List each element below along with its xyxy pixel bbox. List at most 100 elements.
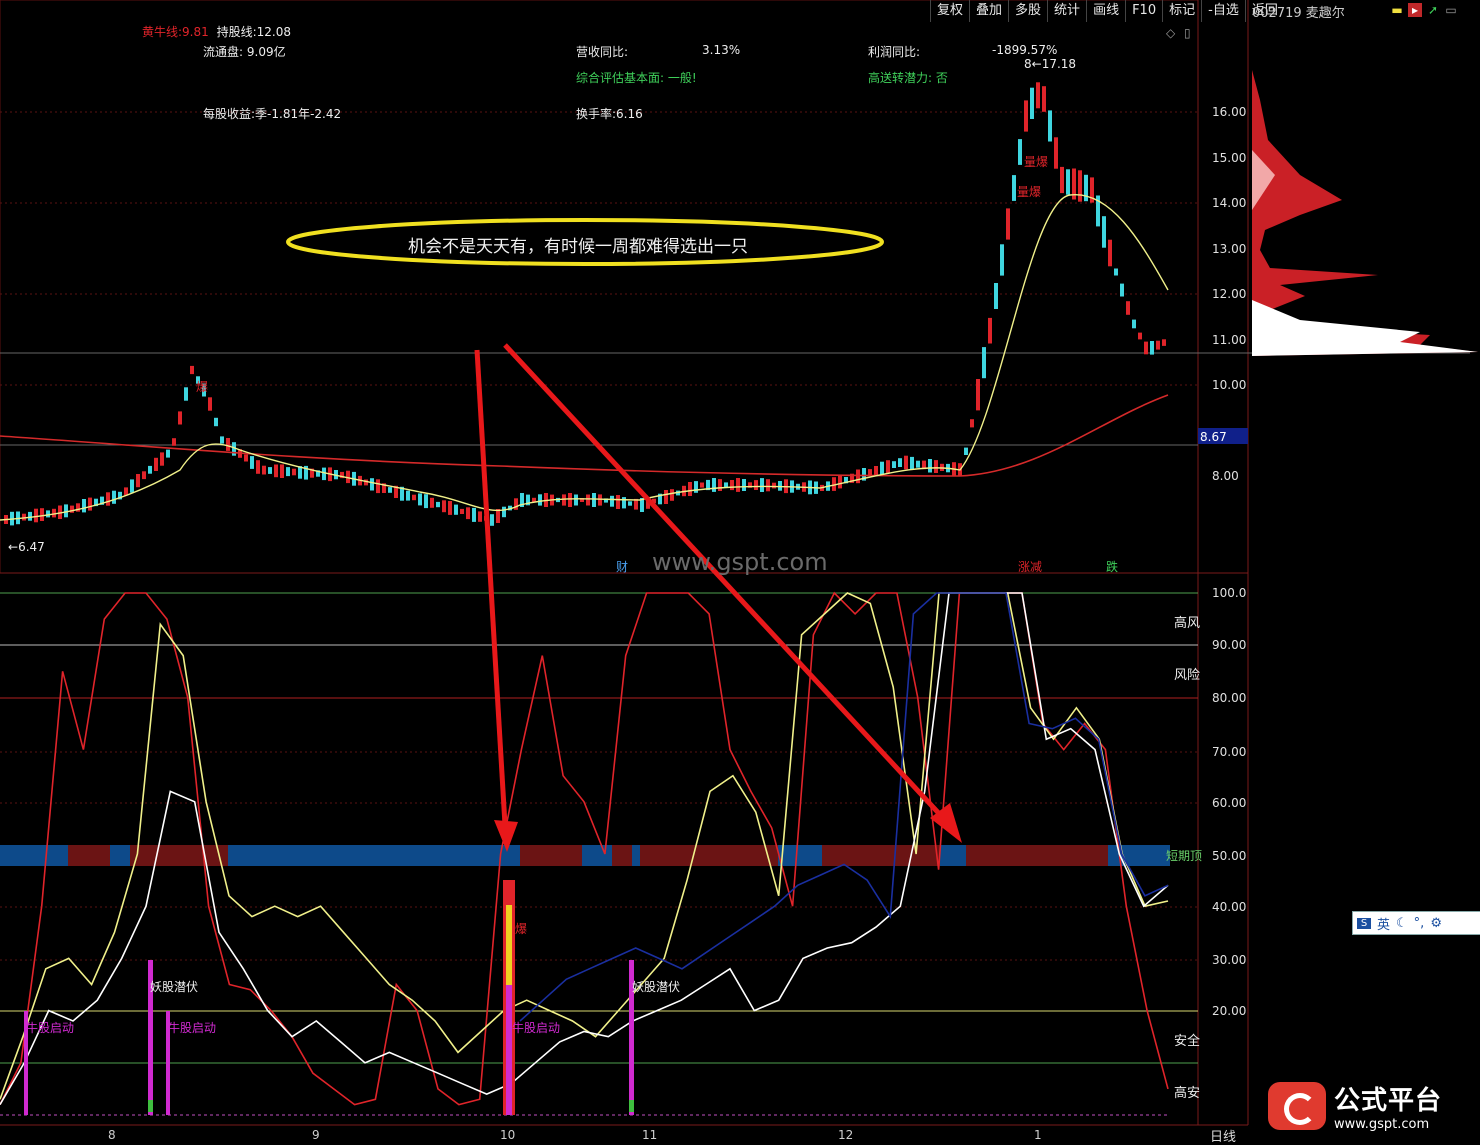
candle <box>976 379 980 411</box>
candle <box>370 478 374 491</box>
candle <box>292 468 296 476</box>
toolbar-item-1[interactable]: 叠加 <box>969 0 1008 22</box>
candle <box>928 459 932 473</box>
candle <box>64 504 68 518</box>
candle <box>1018 139 1022 165</box>
candle <box>130 479 134 493</box>
osc-tick: 40.00 <box>1212 900 1247 914</box>
candle <box>1144 341 1148 355</box>
scroll-icon[interactable]: ▯ <box>1184 26 1191 40</box>
candle <box>280 464 284 478</box>
candle <box>1030 87 1034 119</box>
hold-value: 12.08 <box>256 25 291 39</box>
logo-title: 公式平台 <box>1334 1086 1443 1116</box>
arrow-icon[interactable]: ➚ <box>1426 3 1440 17</box>
candle <box>256 460 260 474</box>
top-icons: ▬ ▸ ➚ ▭ <box>1390 3 1458 17</box>
candle <box>1012 175 1016 201</box>
moon-icon[interactable]: ☾ <box>1396 916 1408 931</box>
toolbar-item-4[interactable]: 画线 <box>1086 0 1125 22</box>
candle <box>388 487 392 493</box>
osc-tick: 80.00 <box>1212 691 1247 705</box>
ime-mode[interactable]: 英 <box>1377 914 1390 933</box>
zone-safe: 安全 <box>1174 1034 1201 1049</box>
candle <box>628 501 632 506</box>
candle <box>700 482 704 488</box>
candle <box>1132 319 1136 329</box>
candle <box>964 447 968 455</box>
candle <box>160 452 164 466</box>
burst-label: 爆 <box>515 922 528 936</box>
watermark: www.gspt.com <box>652 548 828 576</box>
toolbar: 复权 叠加 多股 统计 画线 F10 标记 -自选 返回 <box>930 0 1284 22</box>
fin-marker: 财 <box>616 560 629 574</box>
stock-name: 002719 麦趣尔 <box>1252 6 1345 21</box>
ime-logo-icon: S <box>1357 917 1371 929</box>
demon-latent-label: 妖股潜伏 <box>150 980 199 994</box>
candle <box>574 494 578 506</box>
zone-high-risk: 高风 <box>1174 616 1201 631</box>
month-tick: 1 <box>1034 1128 1042 1142</box>
eps-value: 季-1.81年-2.42 <box>255 107 342 121</box>
candle <box>586 494 590 506</box>
candle <box>412 494 416 501</box>
price-tick: 13.00 <box>1212 242 1247 256</box>
candle <box>886 460 890 473</box>
candle <box>616 495 620 509</box>
red-arrows <box>474 343 962 852</box>
toolbar-item-2[interactable]: 多股 <box>1008 0 1047 22</box>
candle <box>1054 137 1058 169</box>
candle <box>1108 239 1112 267</box>
candle <box>34 508 38 523</box>
candle <box>502 506 506 518</box>
candle <box>1048 110 1052 142</box>
big-burst-label: 量爆 <box>1024 155 1049 169</box>
candle <box>1162 339 1166 346</box>
toolbar-item-7[interactable]: -自选 <box>1201 0 1245 22</box>
candle <box>214 417 218 427</box>
burst-label: 爆 <box>196 380 209 394</box>
candle <box>40 508 44 521</box>
candle <box>28 511 32 521</box>
candle <box>610 495 614 507</box>
toolbar-item-6[interactable]: 标记 <box>1162 0 1201 22</box>
candle <box>592 493 596 507</box>
toolbar-item-5[interactable]: F10 <box>1125 0 1162 22</box>
candle <box>274 464 278 478</box>
profit-yoy-label: 利润同比: <box>868 45 921 59</box>
candle <box>268 467 272 474</box>
candle <box>742 479 746 491</box>
period-label[interactable]: 日线 <box>1210 1126 1236 1145</box>
candle <box>766 479 770 492</box>
punct-icon[interactable]: °, <box>1414 916 1425 931</box>
flag-icon[interactable]: ▸ <box>1408 3 1422 17</box>
gear-icon[interactable]: ⚙ <box>1430 916 1442 931</box>
month-tick: 11 <box>642 1128 658 1142</box>
candle <box>220 436 224 444</box>
price-tick: 14.00 <box>1212 196 1247 210</box>
ime-toolbar[interactable]: S 英 ☾ °, ⚙ <box>1352 911 1480 935</box>
candle <box>1060 166 1064 194</box>
candle <box>568 493 572 507</box>
candle <box>418 493 422 506</box>
toolbar-item-3[interactable]: 统计 <box>1047 0 1086 22</box>
window-icon[interactable]: ▭ <box>1444 3 1458 17</box>
diamond-icon[interactable]: ◇ <box>1166 26 1175 40</box>
shrink-icon[interactable]: ▬ <box>1390 3 1404 17</box>
month-tick: 9 <box>312 1128 320 1142</box>
ma-red-line <box>0 394 1169 477</box>
candle <box>1102 216 1106 248</box>
candle <box>148 465 152 474</box>
candle <box>892 461 896 468</box>
candle <box>454 504 458 515</box>
candle <box>760 478 764 492</box>
bull-start-label: 牛股启动 <box>512 1021 561 1035</box>
candle <box>730 480 734 491</box>
turnover-label: 换手率:6.16 <box>576 107 643 121</box>
price-tick: 16.00 <box>1212 105 1247 119</box>
price-tick: 11.00 <box>1212 333 1247 347</box>
candle <box>226 438 230 451</box>
candle <box>172 438 176 446</box>
toolbar-item-0[interactable]: 复权 <box>930 0 969 22</box>
candle <box>1084 174 1088 202</box>
